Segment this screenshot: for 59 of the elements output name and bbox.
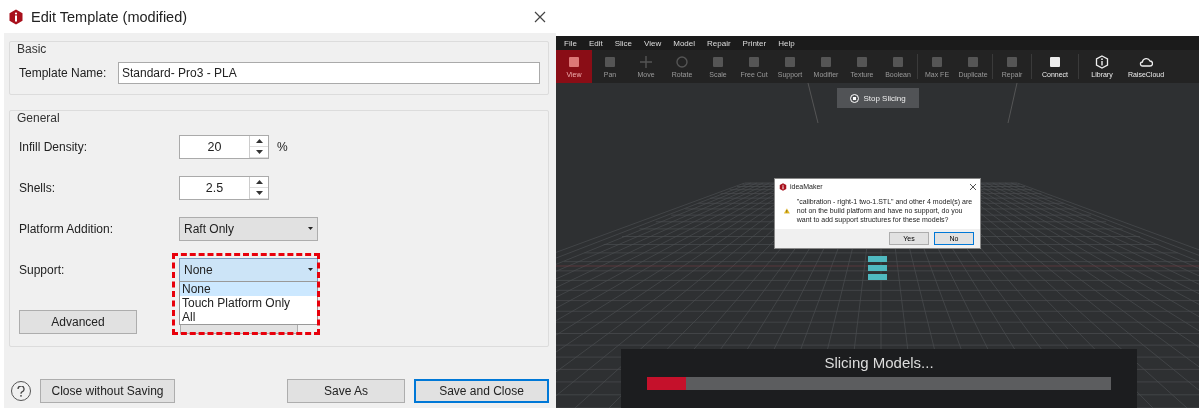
- field-label: Platform Addition:: [19, 221, 115, 236]
- close-icon[interactable]: [970, 183, 976, 190]
- stop-icon: [850, 93, 860, 103]
- logo-icon: [779, 182, 787, 191]
- field-label: Support:: [19, 262, 66, 277]
- square-icon: [569, 57, 579, 67]
- menu-item[interactable]: Edit: [588, 38, 603, 48]
- square-icon: [932, 57, 942, 67]
- square-icon: [749, 57, 759, 67]
- dialog-button[interactable]: Save As: [287, 379, 405, 403]
- dropdown[interactable]: Raft Only: [179, 216, 318, 241]
- square-icon: [1007, 57, 1017, 67]
- square-icon: [857, 57, 867, 67]
- progress-label: Slicing Models...: [824, 354, 934, 371]
- down-arrow-icon[interactable]: [255, 190, 263, 195]
- close-icon[interactable]: [534, 10, 546, 23]
- group-heading: Basic: [15, 42, 49, 56]
- square-icon: [821, 57, 831, 67]
- down-arrow-icon[interactable]: [255, 149, 263, 154]
- square-icon: [785, 57, 795, 67]
- caret-icon: [308, 268, 313, 271]
- field-label: Shells:: [19, 180, 57, 195]
- group-heading: General: [15, 111, 62, 125]
- dialog-button[interactable]: Close without Saving: [40, 379, 175, 403]
- menu-item[interactable]: Repair: [707, 38, 731, 48]
- menu-item[interactable]: View: [644, 38, 662, 48]
- dropdown-option[interactable]: None: [180, 282, 317, 296]
- model-stack-drawing: [868, 256, 887, 280]
- square-icon: [893, 57, 903, 67]
- up-arrow-icon[interactable]: [255, 138, 263, 143]
- field-label: Infill Density:: [19, 139, 89, 154]
- square-icon: [713, 57, 723, 67]
- caret-icon: [308, 227, 313, 230]
- field-label: Template Name:: [19, 66, 108, 80]
- unit-label: %: [277, 139, 288, 154]
- dialog-button[interactable]: Save and Close: [414, 379, 549, 403]
- spin-box[interactable]: 20: [179, 134, 269, 159]
- advanced-button[interactable]: Advanced: [19, 310, 137, 334]
- cloud-icon: [1139, 58, 1153, 67]
- square-icon: [968, 57, 978, 67]
- square-icon: [605, 57, 615, 67]
- circle-icon: [676, 56, 688, 68]
- menu-item[interactable]: File: [564, 38, 577, 48]
- info-icon: [1095, 55, 1109, 69]
- up-arrow-icon[interactable]: [255, 179, 263, 184]
- spin-box[interactable]: 2.5: [179, 175, 269, 200]
- dropdown[interactable]: None: [179, 257, 318, 282]
- name-field[interactable]: Standard- Pro3 - PLA: [118, 62, 540, 84]
- menu-item[interactable]: Model: [673, 38, 696, 48]
- square-icon: [1050, 57, 1060, 67]
- cross-icon: [639, 55, 653, 69]
- stop-slicing-button[interactable]: Stop Slicing: [837, 88, 919, 108]
- menu-item[interactable]: Printer: [742, 38, 767, 48]
- menu-item[interactable]: Slice: [614, 38, 633, 48]
- logo-icon: [8, 8, 24, 25]
- dropdown-option[interactable]: Touch Platform Only: [180, 296, 317, 310]
- window-title: Edit Template (modified): [31, 8, 189, 25]
- menu-item[interactable]: Help: [778, 38, 795, 48]
- dropdown-option[interactable]: All: [180, 310, 317, 324]
